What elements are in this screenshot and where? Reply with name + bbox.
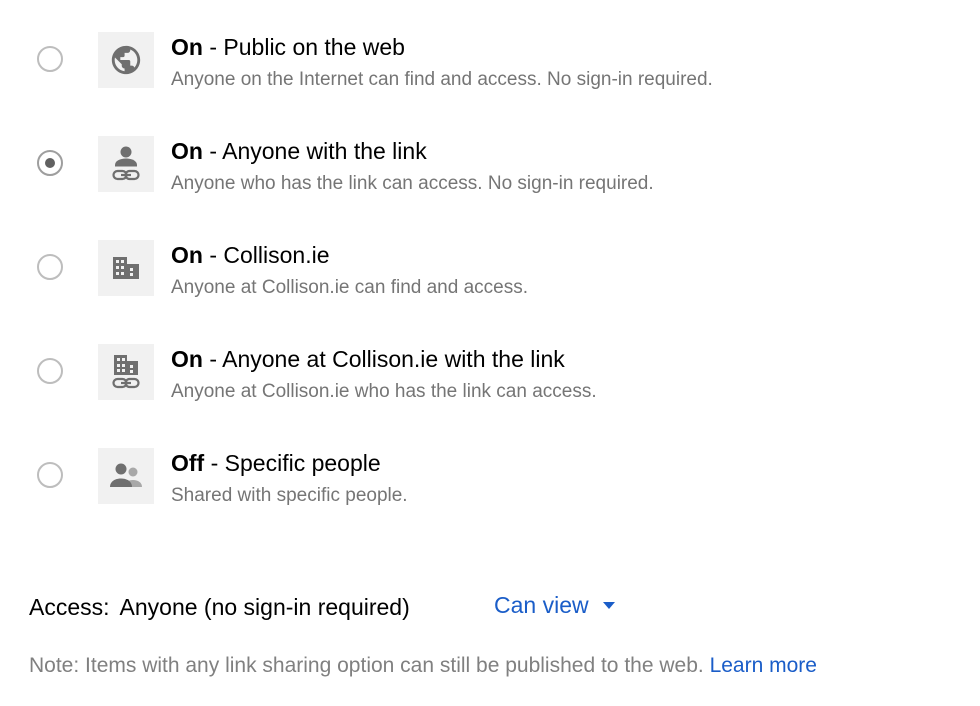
permission-dropdown[interactable]: Can view	[494, 591, 615, 619]
learn-more-link[interactable]: Learn more	[710, 654, 817, 677]
option-state: On	[171, 34, 203, 60]
permission-value: Can view	[494, 592, 589, 618]
option-state: On	[171, 242, 203, 268]
people-icon	[98, 448, 154, 504]
option-separator: -	[202, 346, 223, 372]
option-title: On - Public on the web	[171, 33, 405, 61]
option-public-on-web[interactable]: On - Public on the web Anyone on the Int…	[0, 32, 980, 136]
option-state: On	[171, 346, 203, 372]
building-link-icon	[98, 344, 154, 400]
radio-domain[interactable]	[37, 254, 63, 280]
radio-public-on-web[interactable]	[37, 46, 63, 72]
person-link-icon	[98, 136, 154, 192]
option-separator: -	[204, 450, 225, 476]
option-description: Anyone on the Internet can find and acce…	[171, 69, 713, 90]
radio-anyone-with-link[interactable]	[37, 150, 63, 176]
option-description: Anyone at Collison.ie who has the link c…	[171, 381, 597, 402]
access-label: Access:	[29, 594, 110, 620]
option-label: Public on the web	[223, 34, 405, 60]
radio-specific-people[interactable]	[37, 462, 63, 488]
option-separator: -	[202, 138, 223, 164]
option-title: On - Anyone at Collison.ie with the link	[171, 345, 565, 373]
option-separator: -	[202, 34, 224, 60]
option-label: Specific people	[224, 450, 381, 476]
building-icon	[98, 240, 154, 296]
option-domain-with-link[interactable]: On - Anyone at Collison.ie with the link…	[0, 344, 980, 448]
note-text: Note: Items with any link sharing option…	[29, 654, 704, 677]
option-label: Anyone at Collison.ie with the link	[222, 346, 565, 372]
option-domain[interactable]: On - Collison.ie Anyone at Collison.ie c…	[0, 240, 980, 344]
note: Note: Items with any link sharing option…	[29, 653, 817, 679]
option-title: On - Collison.ie	[171, 241, 330, 269]
option-description: Anyone who has the link can access. No s…	[171, 173, 654, 194]
option-anyone-with-link[interactable]: On - Anyone with the link Anyone who has…	[0, 136, 980, 240]
option-label: Collison.ie	[223, 242, 330, 268]
option-description: Anyone at Collison.ie can find and acces…	[171, 277, 528, 298]
option-state: On	[171, 138, 203, 164]
option-title: Off - Specific people	[171, 449, 381, 477]
option-specific-people[interactable]: Off - Specific people Shared with specif…	[0, 448, 980, 552]
radio-domain-with-link[interactable]	[37, 358, 63, 384]
option-label: Anyone with the link	[222, 138, 427, 164]
access-value: Anyone (no sign-in required)	[119, 594, 410, 620]
chevron-down-icon	[602, 602, 615, 609]
option-separator: -	[202, 242, 224, 268]
globe-icon	[98, 32, 154, 88]
option-state: Off	[171, 450, 205, 476]
access-row: Access: Anyone (no sign-in required)	[29, 593, 410, 621]
option-description: Shared with specific people.	[171, 485, 408, 506]
option-title: On - Anyone with the link	[171, 137, 427, 165]
